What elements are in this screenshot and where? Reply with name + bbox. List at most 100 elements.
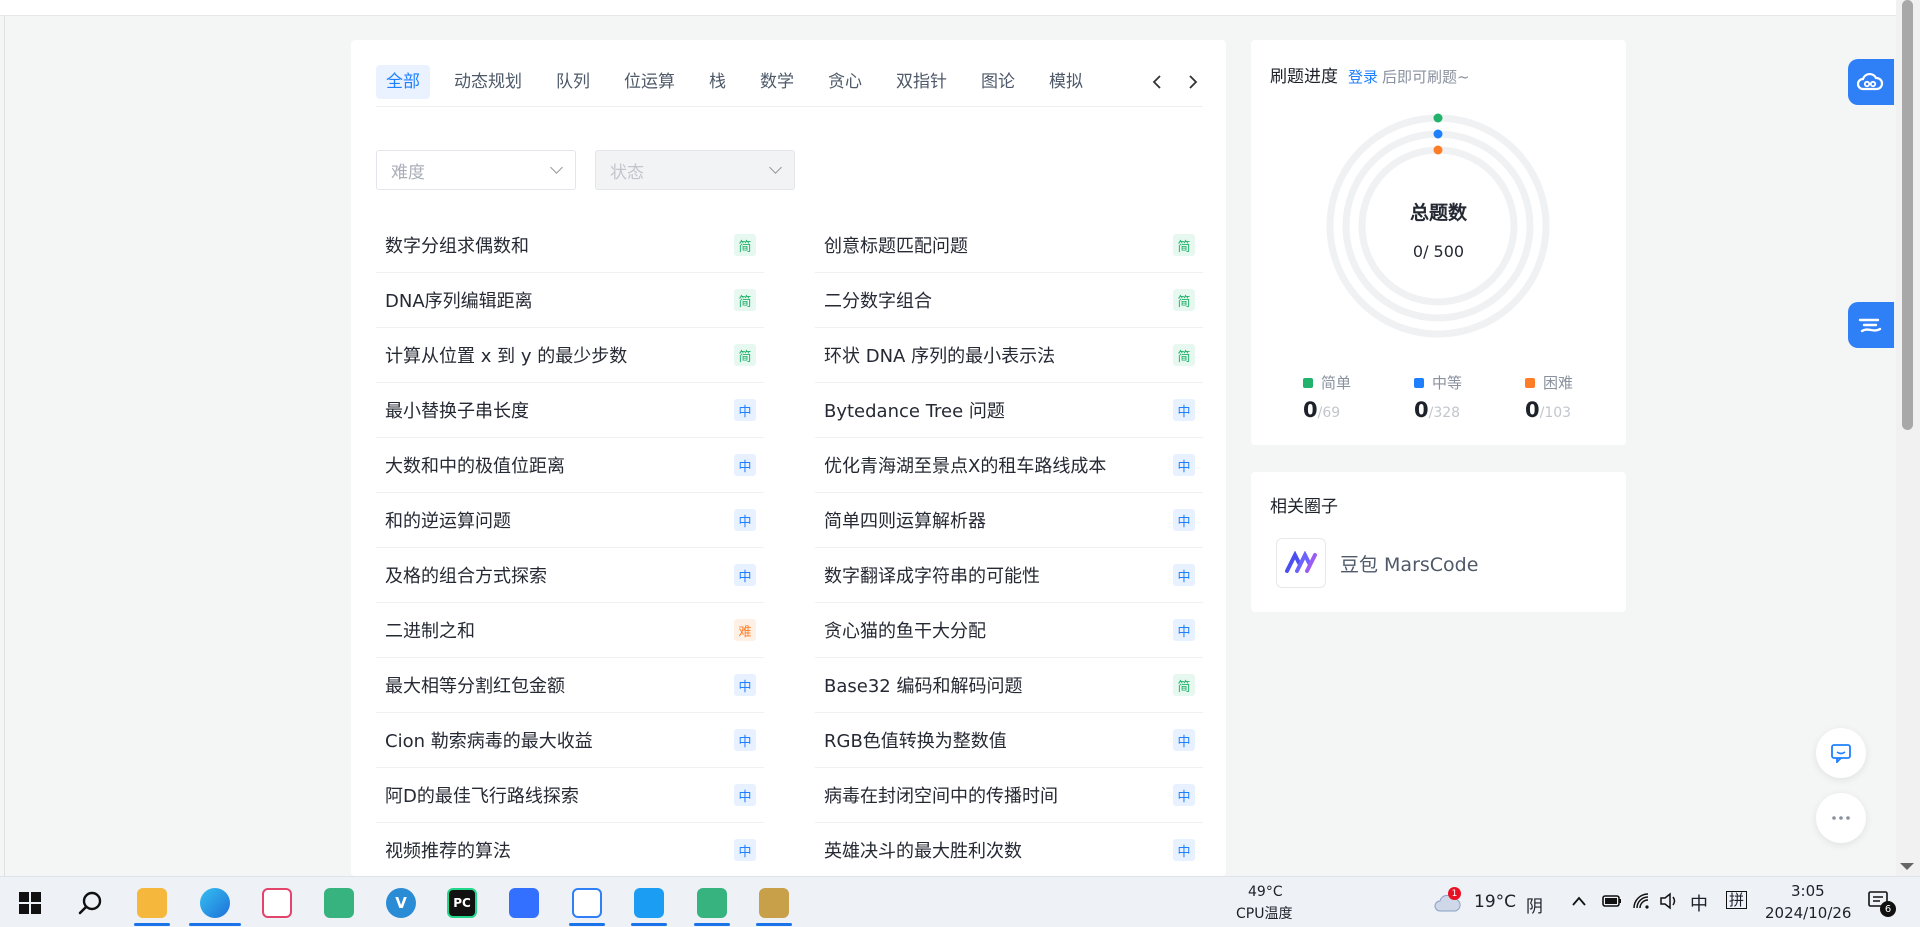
problem-row[interactable]: 二进制之和 难 bbox=[376, 603, 764, 658]
problem-title[interactable]: Cion 勒索病毒的最大收益 bbox=[385, 727, 593, 753]
pycharm-app[interactable]: PC bbox=[436, 877, 488, 927]
wifi-icon[interactable] bbox=[1632, 892, 1650, 910]
problem-row[interactable]: Bytedance Tree 问题 中 bbox=[815, 383, 1203, 438]
more-button[interactable] bbox=[1816, 793, 1866, 843]
problem-title[interactable]: 英雄决斗的最大胜利次数 bbox=[824, 837, 1022, 863]
problem-title[interactable]: Base32 编码和解码问题 bbox=[824, 672, 1022, 698]
problem-row[interactable]: 最小替换子串长度 中 bbox=[376, 383, 764, 438]
difficulty-select[interactable]: 难度 bbox=[376, 150, 576, 190]
edge-browser-app[interactable] bbox=[189, 877, 241, 927]
problem-row[interactable]: 简单四则运算解析器 中 bbox=[815, 493, 1203, 548]
notes-app-2[interactable] bbox=[686, 877, 738, 927]
tab-bit-ops[interactable]: 位运算 bbox=[614, 65, 685, 99]
problem-row[interactable]: 二分数字组合 简 bbox=[815, 273, 1203, 328]
notification-count-badge: 6 bbox=[1880, 901, 1896, 917]
problem-title[interactable]: 和的逆运算问题 bbox=[385, 507, 511, 533]
problem-row[interactable]: 贪心猫的鱼干大分配 中 bbox=[815, 603, 1203, 658]
scrollbar-thumb[interactable] bbox=[1902, 0, 1913, 430]
clock-time[interactable]: 3:05 bbox=[1791, 882, 1825, 900]
problem-row[interactable]: 病毒在封闭空间中的传播时间 中 bbox=[815, 768, 1203, 823]
problem-title[interactable]: 最大相等分割红包金额 bbox=[385, 672, 565, 698]
ime-mode[interactable]: 拼 bbox=[1726, 891, 1748, 909]
difficulty-badge: 简 bbox=[734, 289, 756, 311]
tab-queue[interactable]: 队列 bbox=[546, 65, 600, 99]
problem-title[interactable]: 二进制之和 bbox=[385, 617, 475, 643]
problem-title[interactable]: 创意标题匹配问题 bbox=[824, 232, 968, 258]
tab-math[interactable]: 数学 bbox=[750, 65, 804, 99]
taskbar-search-button[interactable] bbox=[64, 877, 116, 927]
status-select[interactable]: 状态 bbox=[595, 150, 795, 190]
problem-row[interactable]: 英雄决斗的最大胜利次数 中 bbox=[815, 823, 1203, 876]
problem-grid: 数字分组求偶数和简创意标题匹配问题简 DNA序列编辑距离简二分数字组合简计算从位置… bbox=[376, 218, 1203, 876]
problem-row[interactable]: DNA序列编辑距离 简 bbox=[376, 273, 764, 328]
problem-row[interactable]: 最大相等分割红包金额 中 bbox=[376, 658, 764, 713]
feishu-app[interactable] bbox=[498, 877, 550, 927]
problem-title[interactable]: 计算从位置 x 到 y 的最少步数 bbox=[385, 342, 627, 368]
ime-language[interactable]: 中 bbox=[1690, 890, 1708, 916]
problem-row[interactable]: 环状 DNA 序列的最小表示法 简 bbox=[815, 328, 1203, 383]
baidu-netdisk-app[interactable] bbox=[561, 877, 613, 927]
archive-app[interactable] bbox=[748, 877, 800, 927]
weather-temp[interactable]: 19°C bbox=[1474, 892, 1516, 912]
difficulty-badge: 中 bbox=[734, 454, 756, 476]
problem-title[interactable]: Bytedance Tree 问题 bbox=[824, 397, 1005, 423]
snipping-app[interactable] bbox=[251, 877, 303, 927]
tab-two-pointers[interactable]: 双指针 bbox=[886, 65, 957, 99]
speaker-icon[interactable] bbox=[1659, 892, 1679, 910]
chevron-left-icon[interactable] bbox=[1147, 72, 1167, 92]
problem-row[interactable]: Cion 勒索病毒的最大收益 中 bbox=[376, 713, 764, 768]
problem-title[interactable]: 贪心猫的鱼干大分配 bbox=[824, 617, 986, 643]
tab-stack[interactable]: 栈 bbox=[699, 65, 736, 99]
problem-title[interactable]: 及格的组合方式探索 bbox=[385, 562, 547, 588]
problem-title[interactable]: 数字分组求偶数和 bbox=[385, 232, 529, 258]
problem-title[interactable]: 视频推荐的算法 bbox=[385, 837, 511, 863]
notes-app[interactable] bbox=[313, 877, 365, 927]
left-divider bbox=[4, 16, 5, 876]
notification-center-button[interactable]: 6 bbox=[1868, 891, 1896, 917]
problem-title[interactable]: 大数和中的极值位距离 bbox=[385, 452, 565, 478]
problem-title[interactable]: RGB色值转换为整数值 bbox=[824, 727, 1007, 753]
tab-greedy[interactable]: 贪心 bbox=[818, 65, 872, 99]
problem-title[interactable]: DNA序列编辑距离 bbox=[385, 287, 533, 313]
tab-simulation[interactable]: 模拟 bbox=[1039, 65, 1093, 99]
problem-row[interactable]: 计算从位置 x 到 y 的最少步数 简 bbox=[376, 328, 764, 383]
battery-icon[interactable] bbox=[1602, 894, 1622, 908]
problem-row[interactable]: 视频推荐的算法 中 bbox=[376, 823, 764, 876]
problem-title[interactable]: 二分数字组合 bbox=[824, 287, 932, 313]
problem-row[interactable]: 数字翻译成字符串的可能性 中 bbox=[815, 548, 1203, 603]
circle-item-marscode[interactable]: 豆包 MarsCode bbox=[1276, 538, 1478, 588]
tab-dynamic-programming[interactable]: 动态规划 bbox=[444, 65, 532, 99]
clock-date[interactable]: 2024/10/26 bbox=[1765, 904, 1851, 922]
problem-row[interactable]: 数字分组求偶数和 简 bbox=[376, 218, 764, 273]
problem-title[interactable]: 阿D的最佳飞行路线探索 bbox=[385, 782, 579, 808]
problem-row[interactable]: 及格的组合方式探索 中 bbox=[376, 548, 764, 603]
problem-title[interactable]: 简单四则运算解析器 bbox=[824, 507, 986, 533]
tab-all[interactable]: 全部 bbox=[376, 65, 430, 99]
start-button[interactable] bbox=[4, 877, 56, 927]
feedback-button[interactable] bbox=[1816, 728, 1866, 778]
progress-header: 刷题进度 登录 后即可刷题~ bbox=[1270, 62, 1470, 87]
difficulty-badge: 中 bbox=[1173, 509, 1195, 531]
chevron-right-icon[interactable] bbox=[1183, 72, 1203, 92]
login-link[interactable]: 登录 bbox=[1348, 66, 1378, 87]
problem-row[interactable]: Base32 编码和解码问题 简 bbox=[815, 658, 1203, 713]
problem-row[interactable]: 创意标题匹配问题 简 bbox=[815, 218, 1203, 273]
problem-row[interactable]: 优化青海湖至景点X的租车路线成本 中 bbox=[815, 438, 1203, 493]
problem-title[interactable]: 病毒在封闭空间中的传播时间 bbox=[824, 782, 1058, 808]
tab-graph[interactable]: 图论 bbox=[971, 65, 1025, 99]
problem-title[interactable]: 最小替换子串长度 bbox=[385, 397, 529, 423]
cloud-app[interactable] bbox=[623, 877, 675, 927]
problem-title[interactable]: 优化青海湖至景点X的租车路线成本 bbox=[824, 452, 1106, 478]
chevron-up-icon[interactable] bbox=[1572, 896, 1586, 906]
problem-row[interactable]: RGB色值转换为整数值 中 bbox=[815, 713, 1203, 768]
page-scrollbar[interactable] bbox=[1896, 0, 1920, 876]
file-explorer-app[interactable] bbox=[126, 877, 178, 927]
difficulty-badge: 中 bbox=[734, 564, 756, 586]
problem-title[interactable]: 环状 DNA 序列的最小表示法 bbox=[824, 342, 1055, 368]
v-app[interactable]: V bbox=[375, 877, 427, 927]
problem-row[interactable]: 大数和中的极值位距离 中 bbox=[376, 438, 764, 493]
problem-row[interactable]: 阿D的最佳飞行路线探索 中 bbox=[376, 768, 764, 823]
problem-row[interactable]: 和的逆运算问题 中 bbox=[376, 493, 764, 548]
problem-title[interactable]: 数字翻译成字符串的可能性 bbox=[824, 562, 1040, 588]
scroll-down-arrow-icon[interactable] bbox=[1900, 863, 1914, 870]
